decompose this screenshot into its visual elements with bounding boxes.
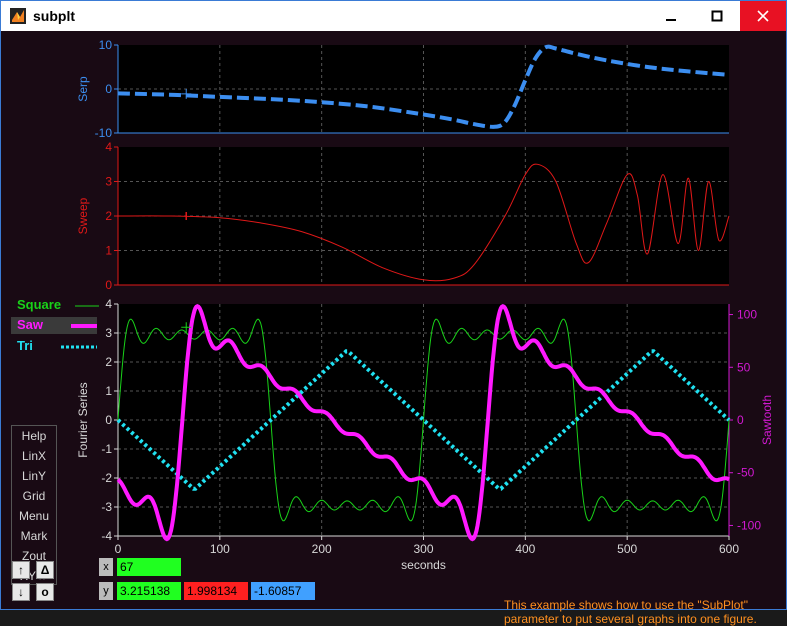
y2-tick-label: 0 [737, 413, 744, 427]
y2-tick-label: 100 [737, 308, 757, 322]
cursor-y-value-sweep[interactable]: 1.998134 [184, 582, 248, 600]
y-tick-label-2: 2 [105, 355, 112, 369]
menu-menu[interactable]: Menu [12, 506, 56, 526]
minimize-icon [666, 19, 676, 21]
y-axis-label-2: Fourier Series [76, 382, 90, 457]
window-title: subplt [33, 8, 75, 24]
y-tick-label-1: 0 [105, 278, 112, 292]
cursor-x-value[interactable]: 67 [117, 558, 181, 576]
maximize-icon [711, 10, 723, 22]
y-axis-label-0: Serp [76, 76, 90, 102]
close-icon [757, 10, 769, 22]
legend-label-saw: Saw [17, 317, 44, 332]
y-tick-label-2: -2 [101, 471, 112, 485]
y2-axis-label: Sawtooth [760, 395, 774, 445]
cursor-y-value-square[interactable]: 3.215138 [117, 582, 181, 600]
menu-linx[interactable]: LinX [12, 446, 56, 466]
y-tick-label-2: -1 [101, 442, 112, 456]
legend-item-saw[interactable]: Saw [11, 317, 97, 334]
x-axis-label: seconds [401, 558, 446, 572]
cursor-x-label: x [99, 558, 113, 576]
close-button[interactable] [740, 1, 786, 31]
y-tick-label-0: 10 [99, 38, 113, 52]
menu-liny[interactable]: LinY [12, 466, 56, 486]
x-tick-label: 400 [515, 542, 535, 556]
minimize-button[interactable] [648, 1, 694, 31]
subplot-figure[interactable]: 100-10Serp43210Sweep43210-1-2-3-4Fourier… [1, 31, 786, 609]
title-bar[interactable]: subplt [1, 1, 786, 31]
legend-swatch-tri [61, 345, 97, 349]
description-note: This example shows how to use the "SubPl… [504, 598, 757, 626]
y2-tick-label: 50 [737, 360, 751, 374]
legend-swatch-square [75, 305, 99, 307]
matlab-app-icon [10, 8, 26, 24]
y2-tick-label: -100 [737, 518, 761, 532]
y-tick-label-2: 3 [105, 326, 112, 340]
y-tick-label-2: 1 [105, 384, 112, 398]
x-tick-label: 100 [210, 542, 230, 556]
legend-swatch-saw [71, 324, 97, 328]
app-window: subplt 10 0 -10 Serp 4 3 2 1 0 Sweep 4 3 2 1 0 -1 -2 -3 -4… [0, 0, 787, 626]
y-tick-label-1: 3 [105, 175, 112, 189]
nav-up-button[interactable]: ↑ [12, 561, 30, 579]
menu-mark[interactable]: Mark [12, 526, 56, 546]
legend-label-tri: Tri [17, 338, 33, 353]
y-tick-label-1: 2 [105, 209, 112, 223]
legend-item-square[interactable]: Square [11, 297, 99, 314]
nav-origin-button[interactable]: o [36, 583, 54, 601]
y-tick-label-2: 4 [105, 297, 112, 311]
y-tick-label-2: 0 [105, 413, 112, 427]
x-tick-label: 0 [115, 542, 122, 556]
y-tick-label-2: -3 [101, 500, 112, 514]
plot-area: 10 0 -10 Serp 4 3 2 1 0 Sweep 4 3 2 1 0 -1 -2 -3 -4 Fourier… [1, 31, 786, 626]
maximize-button[interactable] [694, 1, 740, 31]
y-tick-label-1: 4 [105, 140, 112, 154]
y-tick-label-0: 0 [105, 82, 112, 96]
x-tick-label: 500 [617, 542, 637, 556]
legend-item-tri[interactable]: Tri [11, 338, 97, 355]
y2-tick-label: -50 [737, 466, 755, 480]
menu-help[interactable]: Help [12, 426, 56, 446]
y-tick-label-2: -4 [101, 529, 112, 543]
y-tick-label-0: -10 [95, 126, 113, 140]
x-tick-label: 300 [413, 542, 433, 556]
nav-delta-button[interactable]: Δ [36, 561, 54, 579]
legend-label-square: Square [17, 297, 62, 312]
y-axis-label-1: Sweep [76, 197, 90, 234]
x-tick-label: 200 [312, 542, 332, 556]
nav-down-button[interactable]: ↓ [12, 583, 30, 601]
cursor-y-label: y [99, 582, 113, 600]
cursor-y-value-serp[interactable]: -1.60857 [251, 582, 315, 600]
menu-grid[interactable]: Grid [12, 486, 56, 506]
y-tick-label-1: 1 [105, 244, 112, 258]
x-tick-label: 600 [719, 542, 739, 556]
